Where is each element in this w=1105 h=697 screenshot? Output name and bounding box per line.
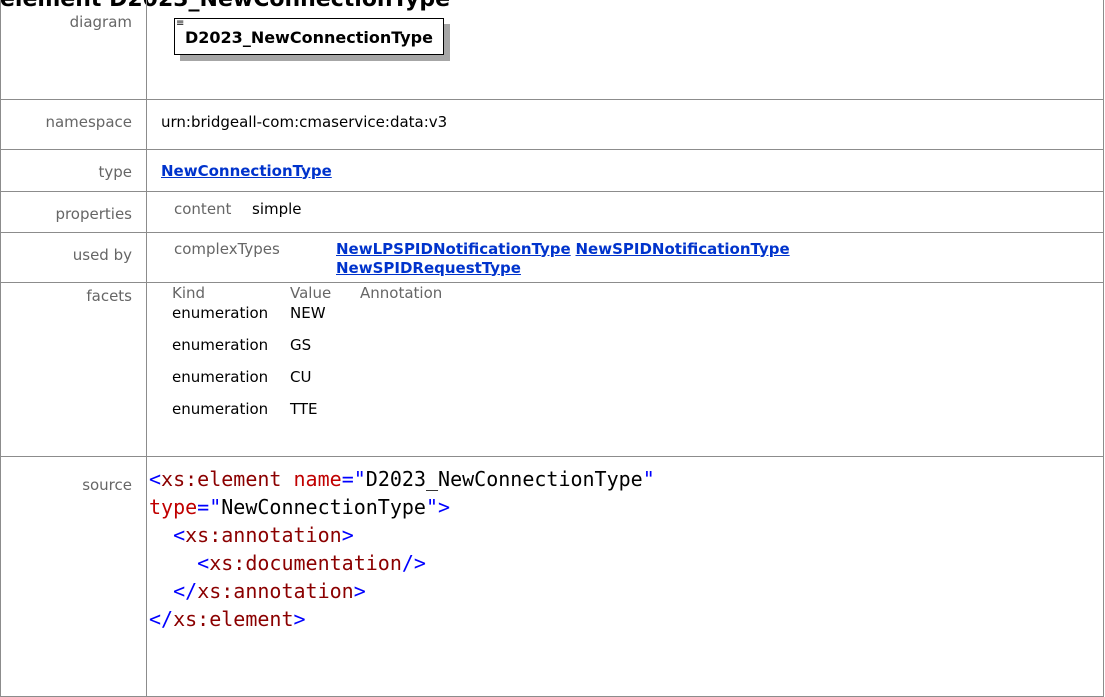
source-code: <xs:element name="D2023_NewConnectionTyp… (149, 466, 655, 631)
facets-header: Kind Value Annotation (172, 285, 1103, 301)
type-label: type (0, 148, 147, 192)
source-cell: <xs:element name="D2023_NewConnectionTyp… (146, 455, 1104, 697)
type-row: type NewConnectionType (0, 148, 1104, 192)
source-element-type: NewConnectionType (221, 494, 426, 519)
used-by-link-2[interactable]: NewSPIDNotificationType (576, 240, 790, 258)
facets-header-value: Value (290, 283, 332, 302)
facets-cell: Kind Value Annotation enumeration NEW enume… (146, 281, 1104, 457)
type-link[interactable]: NewConnectionType (161, 162, 332, 180)
source-label: source (0, 455, 147, 697)
used-by-link-3[interactable]: NewSPIDRequestType (336, 259, 521, 277)
source-row: source <xs:element name="D2023_NewConnec… (0, 455, 1104, 697)
facet-row: enumeration GS (172, 335, 1103, 355)
element-lines-icon: ≡ (176, 18, 185, 29)
element-diagram-box[interactable]: ≡ D2023_NewConnectionType (174, 18, 450, 61)
facet-row: enumeration CU (172, 367, 1103, 387)
namespace-row: namespace urn:bridgeall-com:cmaservice:d… (0, 98, 1104, 150)
facet-row: enumeration NEW (172, 303, 1103, 323)
facets-row: facets Kind Value Annotation enumeration NE… (0, 281, 1104, 457)
facets-header-annotation: Annotation (360, 283, 443, 302)
used-by-row: used by complexTypes NewLPSPIDNotificati… (0, 231, 1104, 283)
diagram-cell: ≡ D2023_NewConnectionType (146, 0, 1104, 100)
used-by-key: complexTypes (174, 239, 280, 258)
facet-kind: enumeration (172, 303, 269, 322)
namespace-label: namespace (0, 98, 147, 150)
facet-row: enumeration TTE (172, 399, 1103, 419)
used-by-cell: complexTypes NewLPSPIDNotificationType N… (146, 231, 1104, 283)
facet-kind: enumeration (172, 367, 269, 386)
diagram-row: diagram ≡ D2023_NewConnectionType (0, 0, 1104, 100)
used-by-label: used by (0, 231, 147, 283)
facet-value: TTE (290, 399, 318, 418)
source-element-name: D2023_NewConnectionType (365, 466, 643, 491)
facet-value: NEW (290, 303, 326, 322)
diagram-label: diagram (0, 0, 147, 100)
facet-value: GS (290, 335, 312, 354)
facet-value: CU (290, 367, 312, 386)
facet-kind: enumeration (172, 399, 269, 418)
properties-key: content (174, 199, 232, 218)
namespace-value: urn:bridgeall-com:cmaservice:data:v3 (146, 98, 1104, 150)
diagram-element-name: D2023_NewConnectionType (174, 18, 444, 55)
properties-label: properties (0, 190, 147, 233)
properties-row: properties content simple (0, 190, 1104, 233)
properties-value: simple (252, 199, 302, 218)
facets-header-kind: Kind (172, 283, 206, 302)
element-doc-table: diagram ≡ D2023_NewConnectionType namesp… (0, 0, 1104, 697)
facets-label: facets (0, 281, 147, 457)
facet-kind: enumeration (172, 335, 269, 354)
used-by-link-1[interactable]: NewLPSPIDNotificationType (336, 240, 571, 258)
properties-cell: content simple (146, 190, 1104, 233)
